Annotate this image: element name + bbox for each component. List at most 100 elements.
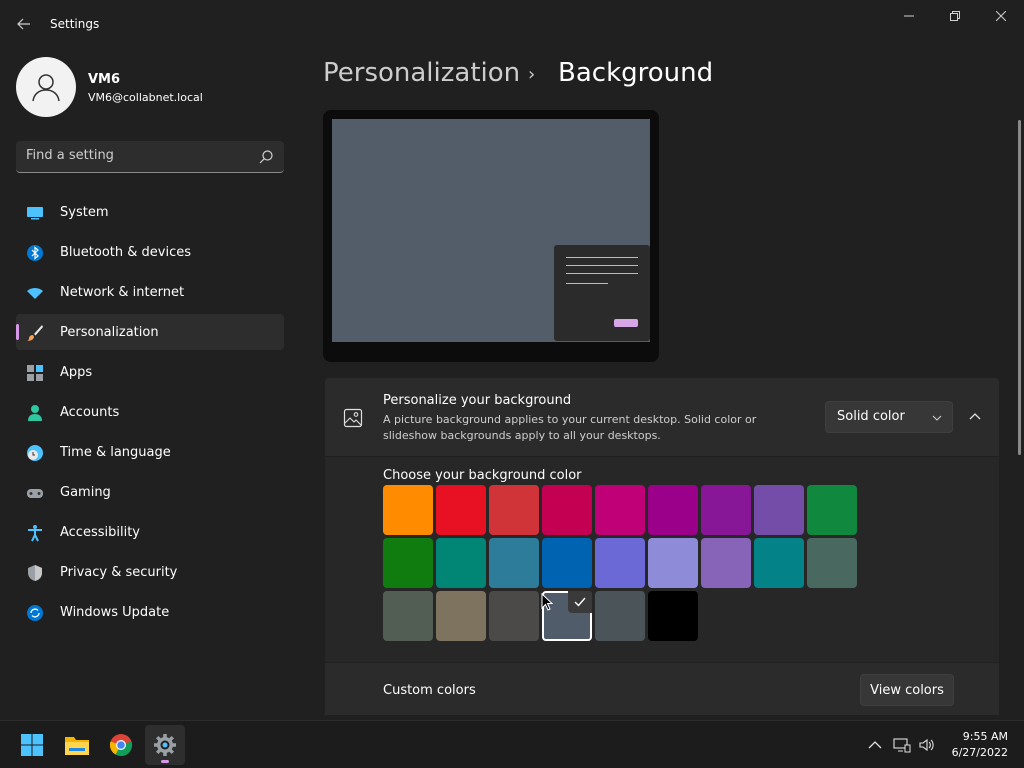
sidebar-item-windows-update[interactable]: Windows Update [16, 594, 284, 630]
accessibility-icon [28, 525, 42, 542]
color-swatch[interactable] [436, 538, 486, 588]
clock-time[interactable]: 9:55 AM [948, 730, 1008, 743]
preview-window [554, 245, 650, 341]
preview-text-line [566, 283, 608, 284]
search-box[interactable] [16, 141, 284, 173]
sidebar-item-gaming[interactable]: Gaming [16, 474, 284, 510]
minimize-icon [904, 15, 914, 17]
search-icon[interactable] [258, 149, 274, 165]
network-icon [27, 288, 43, 299]
view-colors-button[interactable]: View colors [860, 674, 954, 706]
chrome-icon [109, 734, 133, 757]
color-swatch[interactable] [436, 485, 486, 535]
sidebar-item-label: Personalization [60, 324, 159, 340]
update-icon [27, 605, 43, 621]
breadcrumb-parent[interactable]: Personalization [323, 58, 520, 88]
gaming-icon [27, 489, 43, 498]
sidebar-item-label: Windows Update [60, 604, 170, 620]
color-swatch[interactable] [383, 485, 433, 535]
color-swatch[interactable] [489, 485, 539, 535]
checkmark-icon [568, 591, 592, 613]
color-swatch[interactable] [648, 538, 698, 588]
start-button[interactable] [12, 725, 52, 765]
collapse-button[interactable] [961, 401, 989, 433]
chevron-up-icon[interactable] [866, 736, 884, 754]
background-type-dropdown[interactable]: Solid color [825, 401, 953, 433]
preview-desktop [332, 119, 650, 342]
background-preview [323, 110, 659, 362]
apps-icon [27, 365, 43, 381]
sidebar-item-network[interactable]: Network & internet [16, 274, 284, 310]
sidebar-item-accounts[interactable]: Accounts [16, 394, 284, 430]
settings-icon [154, 734, 176, 756]
sidebar-item-label: Accounts [60, 404, 120, 420]
scrollbar[interactable] [1018, 120, 1021, 455]
accounts-icon [28, 405, 42, 421]
sidebar-nav: System Bluetooth & devices Network & int… [16, 194, 284, 634]
close-icon [996, 11, 1006, 21]
sidebar-item-apps[interactable]: Apps [16, 354, 284, 390]
preview-text-line [566, 257, 638, 258]
sidebar-item-label: Privacy & security [60, 564, 178, 580]
color-swatch[interactable] [383, 591, 433, 641]
sidebar-item-bluetooth[interactable]: Bluetooth & devices [16, 234, 284, 270]
settings-taskbar-button[interactable] [145, 725, 185, 765]
color-swatch[interactable] [542, 485, 592, 535]
color-swatch[interactable] [436, 591, 486, 641]
file-explorer-button[interactable] [57, 725, 97, 765]
choose-color-label: Choose your background color [383, 468, 582, 483]
color-swatch[interactable] [754, 538, 804, 588]
sidebar-item-label: Apps [60, 364, 93, 380]
color-swatch[interactable] [648, 591, 698, 641]
start-icon [21, 734, 43, 756]
preview-text-line [566, 265, 638, 266]
chrome-button[interactable] [101, 725, 141, 765]
shield-icon [28, 565, 42, 581]
sidebar-item-personalization[interactable]: Personalization [16, 314, 284, 350]
network-tray-icon[interactable] [893, 736, 911, 754]
bluetooth-icon [27, 245, 43, 261]
page-title: Background [558, 58, 714, 88]
user-email: VM6@collabnet.local [88, 91, 203, 104]
color-swatch[interactable] [807, 538, 857, 588]
sidebar-item-label: Time & language [60, 444, 171, 460]
back-arrow-icon [17, 18, 30, 30]
chevron-up-icon [969, 413, 981, 420]
search-input[interactable] [26, 148, 246, 163]
brush-icon [27, 325, 43, 341]
restore-button[interactable] [932, 0, 978, 32]
sidebar-item-label: Network & internet [60, 284, 185, 300]
color-swatch[interactable] [595, 538, 645, 588]
sidebar-item-label: System [60, 204, 109, 220]
color-swatch[interactable] [701, 485, 751, 535]
sidebar-item-system[interactable]: System [16, 194, 284, 230]
avatar[interactable] [16, 57, 76, 117]
sidebar-item-privacy-security[interactable]: Privacy & security [16, 554, 284, 590]
volume-icon[interactable] [918, 736, 936, 754]
sidebar-item-accessibility[interactable]: Accessibility [16, 514, 284, 550]
back-button[interactable] [10, 10, 38, 38]
system-icon [27, 207, 43, 220]
picture-icon [343, 408, 363, 428]
color-swatch[interactable] [542, 538, 592, 588]
chevron-down-icon [932, 415, 942, 421]
color-swatch[interactable] [595, 485, 645, 535]
color-swatch[interactable] [489, 538, 539, 588]
sidebar-item-label: Accessibility [60, 524, 140, 540]
time-icon [27, 445, 43, 461]
color-swatch[interactable] [595, 591, 645, 641]
card-description: A picture background applies to your cur… [383, 413, 757, 442]
clock-date[interactable]: 6/27/2022 [940, 746, 1008, 759]
close-button[interactable] [978, 0, 1024, 32]
color-swatch[interactable] [754, 485, 804, 535]
sidebar-item-label: Bluetooth & devices [60, 244, 191, 260]
color-swatch[interactable] [383, 538, 433, 588]
color-swatch[interactable] [807, 485, 857, 535]
color-swatch[interactable] [489, 591, 539, 641]
taskbar: 9:55 AM 6/27/2022 [0, 720, 1024, 768]
mouse-cursor-icon [541, 593, 553, 611]
color-swatch[interactable] [701, 538, 751, 588]
sidebar-item-time-language[interactable]: Time & language [16, 434, 284, 470]
minimize-button[interactable] [886, 0, 932, 32]
color-swatch[interactable] [648, 485, 698, 535]
